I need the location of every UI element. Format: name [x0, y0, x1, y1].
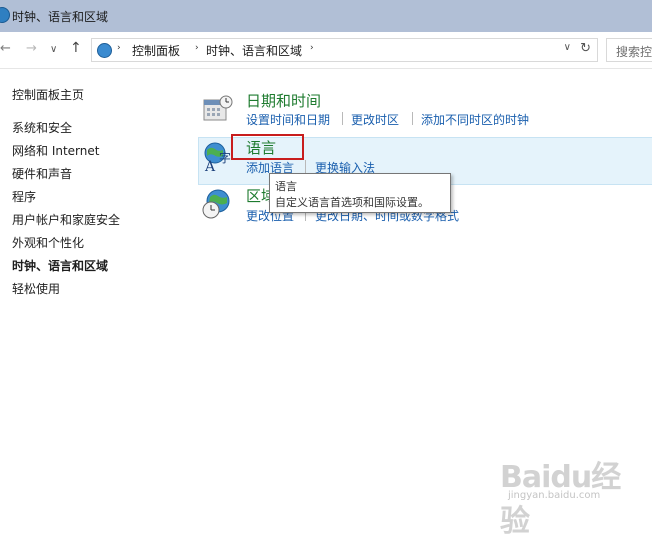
recent-locations-button[interactable]: ∨ — [50, 42, 57, 58]
watermark-url: jingyan.baidu.com — [508, 490, 601, 501]
title-bar: 时钟、语言和区域 — [0, 0, 652, 32]
up-button[interactable]: ↑ — [70, 40, 82, 56]
set-time-date-link[interactable]: 设置时间和日期 — [246, 111, 330, 128]
sidebar-item-clock-language-region: 时钟、语言和区域 — [12, 259, 109, 273]
sidebar-item-appearance[interactable]: 外观和个性化 — [12, 234, 84, 251]
link-divider — [412, 112, 413, 125]
sidebar-item-user-accounts[interactable]: 用户帐户和家庭安全 — [12, 211, 120, 228]
region-globe-clock-icon[interactable] — [201, 188, 233, 220]
window-title: 时钟、语言和区域 — [12, 10, 109, 24]
navigation-bar: ← → ∨ ↑ › 控制面板 › 时钟、语言和区域 › ∨ ↻ 搜索控 — [0, 32, 652, 69]
sidebar-item-ease-of-access[interactable]: 轻松使用 — [12, 280, 60, 297]
refresh-button[interactable]: ↻ — [580, 41, 591, 56]
link-divider — [342, 112, 343, 125]
svg-text:字: 字 — [219, 150, 231, 165]
sidebar-item-programs[interactable]: 程序 — [12, 188, 36, 205]
control-panel-icon — [97, 43, 112, 58]
search-box[interactable]: 搜索控 — [606, 38, 652, 62]
breadcrumb-separator[interactable]: › — [117, 43, 121, 53]
breadcrumb-control-panel[interactable]: 控制面板 — [132, 42, 180, 59]
breadcrumb-clock-language-region[interactable]: 时钟、语言和区域 — [206, 42, 302, 59]
breadcrumb-separator[interactable]: › — [195, 43, 199, 53]
baidu-jingyan-watermark: Baidu经验 jingyan.baidu.com — [500, 452, 640, 539]
language-globe-icon[interactable]: A 字 — [201, 140, 233, 172]
tooltip-title: 语言 — [275, 180, 297, 193]
address-bar[interactable]: › 控制面板 › 时钟、语言和区域 › ∨ ↻ — [91, 38, 598, 62]
link-divider — [305, 160, 306, 173]
search-input[interactable]: 搜索控 — [616, 43, 652, 60]
sidebar-item-system-security[interactable]: 系统和安全 — [12, 119, 72, 136]
sidebar-item-network[interactable]: 网络和 Internet — [12, 142, 99, 159]
change-timezone-link[interactable]: 更改时区 — [351, 111, 399, 128]
red-callout-box — [231, 134, 304, 160]
breadcrumb-separator[interactable]: › — [310, 43, 314, 53]
language-tooltip: 语言 自定义语言首选项和国际设置。 — [269, 173, 451, 213]
forward-button[interactable]: → — [26, 41, 37, 57]
tooltip-description: 自定义语言首选项和国际设置。 — [275, 196, 429, 209]
back-button[interactable]: ← — [0, 41, 11, 57]
calendar-clock-icon[interactable] — [203, 94, 233, 124]
date-time-title[interactable]: 日期和时间 — [246, 90, 321, 111]
sidebar-item-home[interactable]: 控制面板主页 — [12, 86, 84, 103]
control-panel-icon — [0, 7, 10, 23]
sidebar-item-hardware-sound[interactable]: 硬件和声音 — [12, 165, 72, 182]
address-dropdown-button[interactable]: ∨ — [564, 42, 571, 53]
svg-text:A: A — [204, 159, 216, 172]
add-clocks-link[interactable]: 添加不同时区的时钟 — [421, 111, 529, 128]
